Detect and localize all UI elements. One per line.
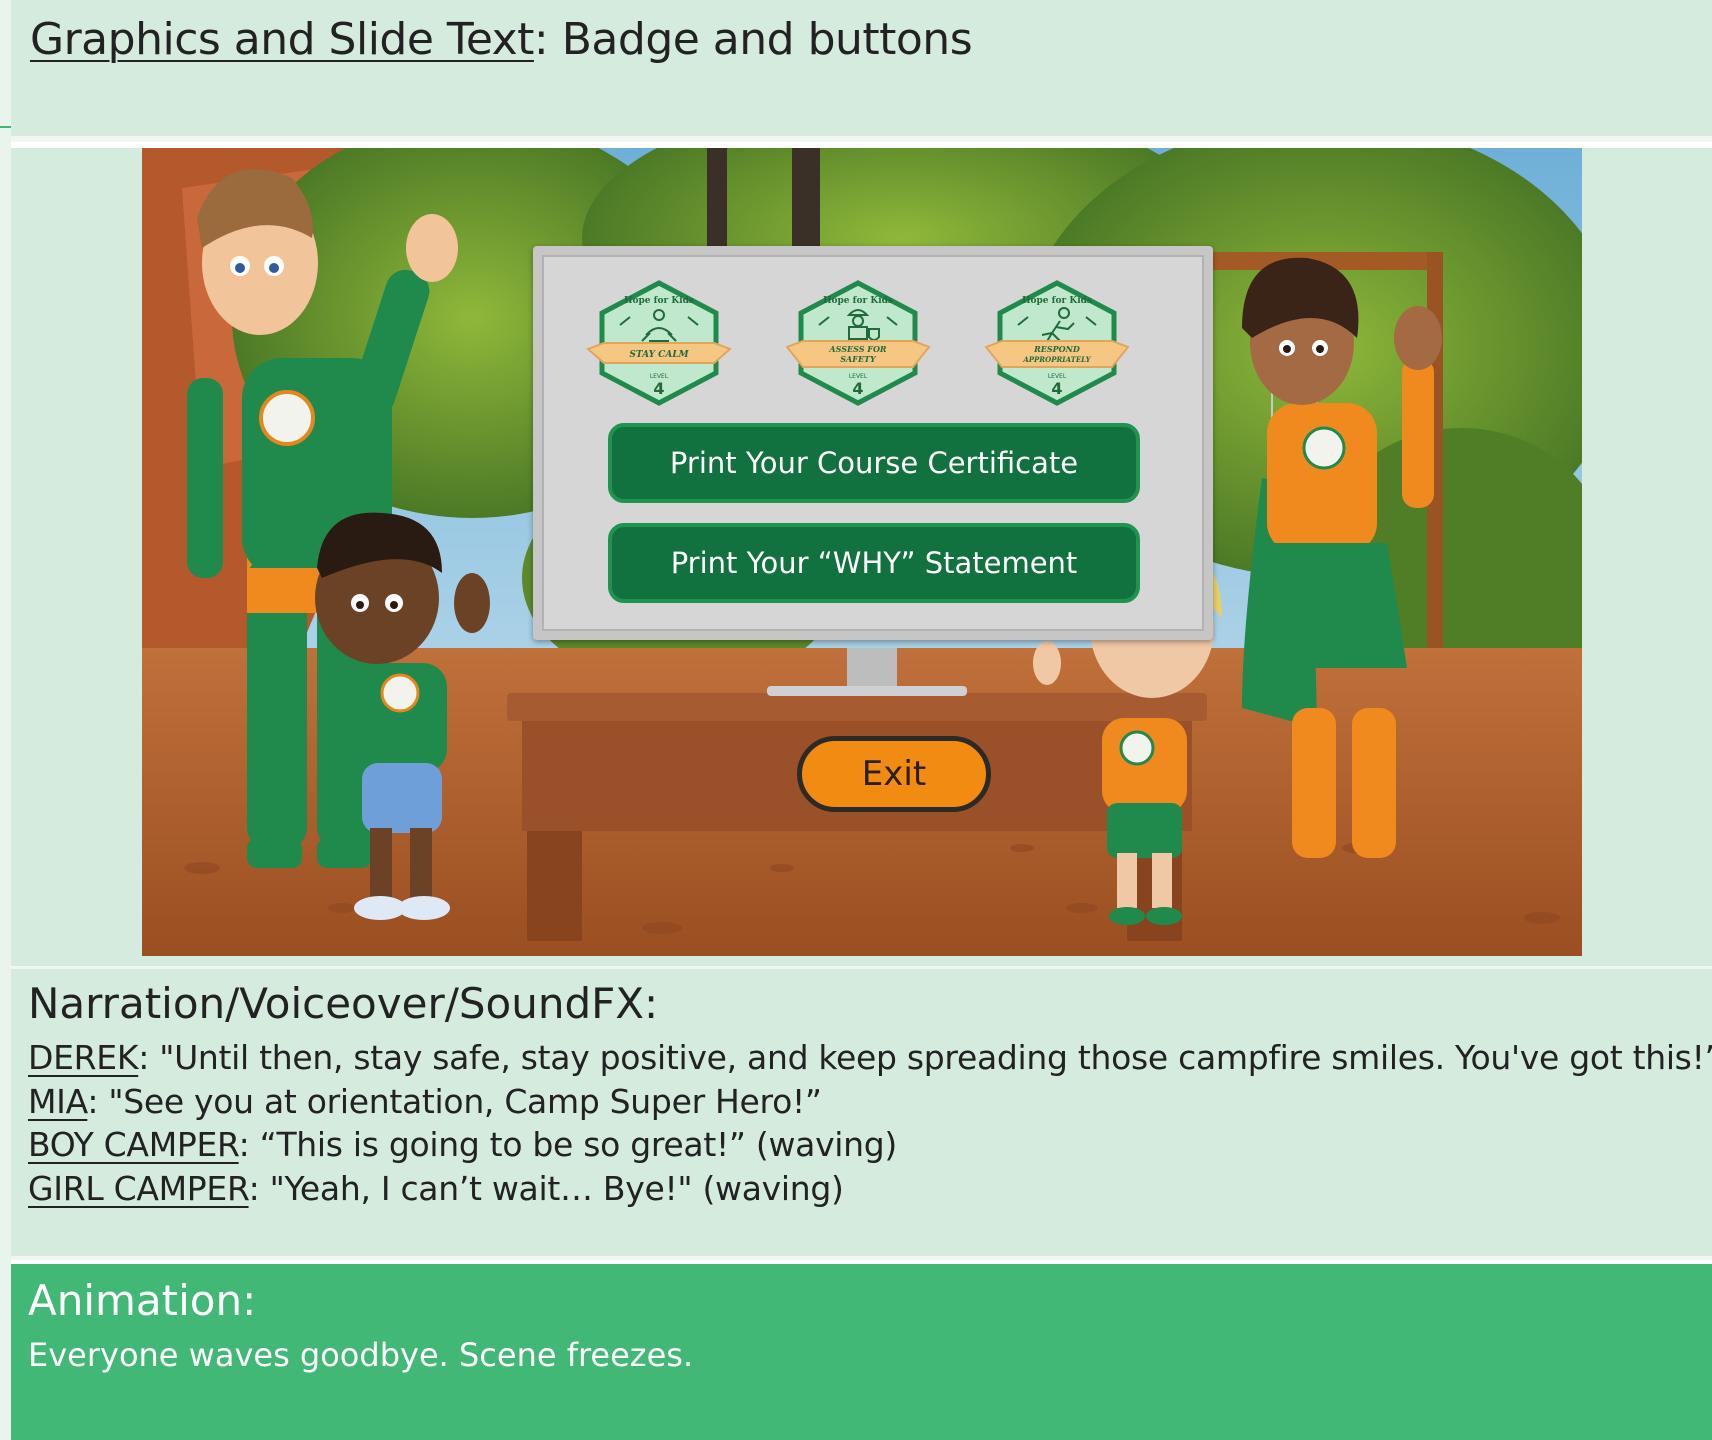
- line-text: : “This is going to be so great!” (wavin…: [238, 1125, 898, 1164]
- line-text: : "See you at orientation, Camp Super He…: [87, 1082, 822, 1121]
- badge-title-line1: ASSESS FOR: [828, 344, 886, 354]
- line-text: : "Yeah, I can’t wait… Bye!" (waving): [248, 1169, 844, 1208]
- badge-level: 4: [1051, 379, 1062, 398]
- badge-level: 4: [653, 379, 664, 398]
- animation-row: Animation: Everyone waves goodbye. Scene…: [11, 1264, 1712, 1440]
- badge-title-line1: RESPOND: [1033, 344, 1080, 354]
- speaker-name: GIRL CAMPER: [28, 1169, 249, 1208]
- row-marker: [0, 126, 11, 128]
- graphics-value: Badge and buttons: [548, 14, 973, 65]
- narration-line-girl-camper: GIRL CAMPER: "Yeah, I can’t wait… Bye!" …: [28, 1169, 844, 1208]
- badge-title-line2: APPROPRIATELY: [1022, 355, 1091, 364]
- animation-text: Everyone waves goodbye. Scene freezes.: [28, 1336, 694, 1374]
- speaker-name: MIA: [28, 1082, 88, 1121]
- monitor-screen: Hope for Kids STAY CALM LEVEL 4 Hope for…: [542, 255, 1204, 631]
- monitor: Hope for Kids STAY CALM LEVEL 4 Hope for…: [533, 246, 1213, 640]
- badge-brand: Hope for Kids: [823, 296, 893, 306]
- narration-row: Narration/Voiceover/SoundFX: DEREK: "Unt…: [11, 966, 1712, 1260]
- scene-screenshot: Hope for Kids STAY CALM LEVEL 4 Hope for…: [142, 148, 1582, 956]
- narration-line-boy-camper: BOY CAMPER: “This is going to be so grea…: [28, 1125, 897, 1164]
- badge-level: 4: [852, 379, 863, 398]
- exit-button[interactable]: Exit: [797, 736, 991, 812]
- badge-assess-for-safety: Hope for Kids ASSESS FOR SAFETY LEVEL 4: [785, 280, 931, 406]
- narration-line-mia: MIA: "See you at orientation, Camp Super…: [28, 1082, 822, 1121]
- speaker-name: BOY CAMPER: [28, 1125, 239, 1164]
- badge-title: STAY CALM: [629, 350, 689, 360]
- left-margin: [0, 0, 11, 1440]
- badge-title-line2: SAFETY: [840, 354, 877, 364]
- narration-title: Narration/Voiceover/SoundFX:: [28, 979, 659, 1028]
- graphics-heading: Graphics and Slide Text: Badge and butto…: [30, 14, 973, 65]
- badge-brand: Hope for Kids: [1022, 296, 1092, 306]
- graphics-separator: :: [533, 14, 549, 65]
- badge-respond-appropriately: Hope for Kids RESPOND APPROPRIATELY LEVE…: [984, 280, 1130, 406]
- scene-row: Hope for Kids STAY CALM LEVEL 4 Hope for…: [11, 148, 1712, 966]
- badge-stay-calm: Hope for Kids STAY CALM LEVEL 4: [586, 280, 732, 406]
- line-text: : "Until then, stay safe, stay positive,…: [138, 1038, 1712, 1077]
- speaker-name: DEREK: [28, 1038, 139, 1077]
- storyboard-page: Graphics and Slide Text: Badge and butto…: [0, 0, 1712, 1440]
- animation-title: Animation:: [28, 1276, 257, 1325]
- narration-line-derek: DEREK: "Until then, stay safe, stay posi…: [28, 1038, 1712, 1077]
- badge-brand: Hope for Kids: [624, 296, 694, 306]
- print-certificate-button[interactable]: Print Your Course Certificate: [608, 423, 1140, 503]
- print-why-statement-button[interactable]: Print Your “WHY” Statement: [608, 523, 1140, 603]
- graphics-label: Graphics and Slide Text: [30, 14, 534, 65]
- graphics-row: Graphics and Slide Text: Badge and butto…: [11, 0, 1712, 142]
